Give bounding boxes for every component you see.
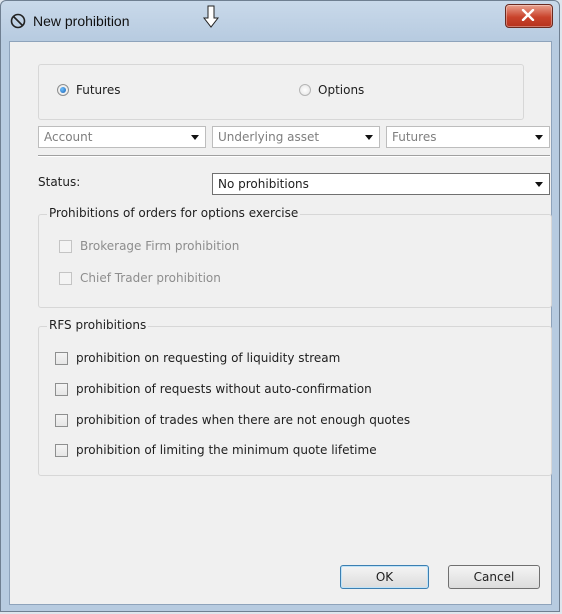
underlying-asset-dropdown-value: Underlying asset xyxy=(218,130,320,144)
account-dropdown-value: Account xyxy=(44,130,93,144)
instrument-dropdown[interactable]: Futures xyxy=(386,126,550,148)
rfs-prohibitions-group: RFS prohibitions prohibition on requesti… xyxy=(38,318,552,476)
liquidity-stream-label: prohibition on requesting of liquidity s… xyxy=(76,351,341,365)
radio-indicator xyxy=(57,84,69,96)
underlying-asset-dropdown[interactable]: Underlying asset xyxy=(212,126,380,148)
instrument-dropdown-value: Futures xyxy=(392,130,437,144)
liquidity-stream-checkbox[interactable]: prohibition on requesting of liquidity s… xyxy=(55,351,340,365)
futures-radio-label: Futures xyxy=(76,83,121,97)
checkbox-box xyxy=(55,382,68,396)
auto-confirmation-label: prohibition of requests without auto-con… xyxy=(76,382,372,396)
chevron-down-icon xyxy=(535,135,543,140)
window-title: New prohibition xyxy=(33,13,130,29)
options-exercise-group: Prohibitions of orders for options exerc… xyxy=(38,206,552,308)
status-dropdown-value: No prohibitions xyxy=(218,177,309,191)
not-enough-quotes-checkbox[interactable]: prohibition of trades when there are not… xyxy=(55,413,410,427)
brokerage-firm-label: Brokerage Firm prohibition xyxy=(80,239,240,253)
dialog-body: Futures Options Account Underlying asset… xyxy=(9,41,552,605)
rfs-group-title: RFS prohibitions xyxy=(47,318,149,332)
title-bar[interactable]: New prohibition xyxy=(1,1,559,41)
options-exercise-group-title: Prohibitions of orders for options exerc… xyxy=(47,206,301,220)
auto-confirmation-checkbox[interactable]: prohibition of requests without auto-con… xyxy=(55,382,372,396)
not-enough-quotes-label: prohibition of trades when there are not… xyxy=(76,413,411,427)
options-radio[interactable]: Options xyxy=(299,83,364,97)
quote-lifetime-label: prohibition of limiting the minimum quot… xyxy=(76,443,377,457)
chief-trader-label: Chief Trader prohibition xyxy=(80,271,221,285)
chevron-down-icon xyxy=(365,135,373,140)
prohibited-icon xyxy=(10,13,26,29)
checkbox-box xyxy=(55,443,68,457)
close-button[interactable] xyxy=(505,4,553,28)
checkbox-box xyxy=(59,239,72,253)
ok-button[interactable]: OK xyxy=(340,565,429,589)
separator xyxy=(38,155,550,157)
chevron-down-icon xyxy=(191,135,199,140)
futures-radio[interactable]: Futures xyxy=(57,83,120,97)
checkbox-box xyxy=(55,351,68,365)
radio-indicator xyxy=(299,84,311,96)
cancel-button[interactable]: Cancel xyxy=(448,565,540,589)
chevron-down-icon xyxy=(535,182,543,187)
checkbox-box xyxy=(59,271,72,285)
resize-cursor-icon xyxy=(201,5,221,29)
status-label: Status: xyxy=(38,175,81,189)
brokerage-firm-checkbox[interactable]: Brokerage Firm prohibition xyxy=(59,239,239,253)
account-dropdown[interactable]: Account xyxy=(38,126,206,148)
options-radio-label: Options xyxy=(318,83,365,97)
close-icon xyxy=(521,9,535,21)
chief-trader-checkbox[interactable]: Chief Trader prohibition xyxy=(59,271,221,285)
dialog-window: New prohibition Futures Options Account xyxy=(0,0,560,612)
status-dropdown[interactable]: No prohibitions xyxy=(212,173,550,195)
checkbox-box xyxy=(55,413,68,427)
type-selector-group: Futures Options xyxy=(38,64,524,120)
quote-lifetime-checkbox[interactable]: prohibition of limiting the minimum quot… xyxy=(55,443,377,457)
